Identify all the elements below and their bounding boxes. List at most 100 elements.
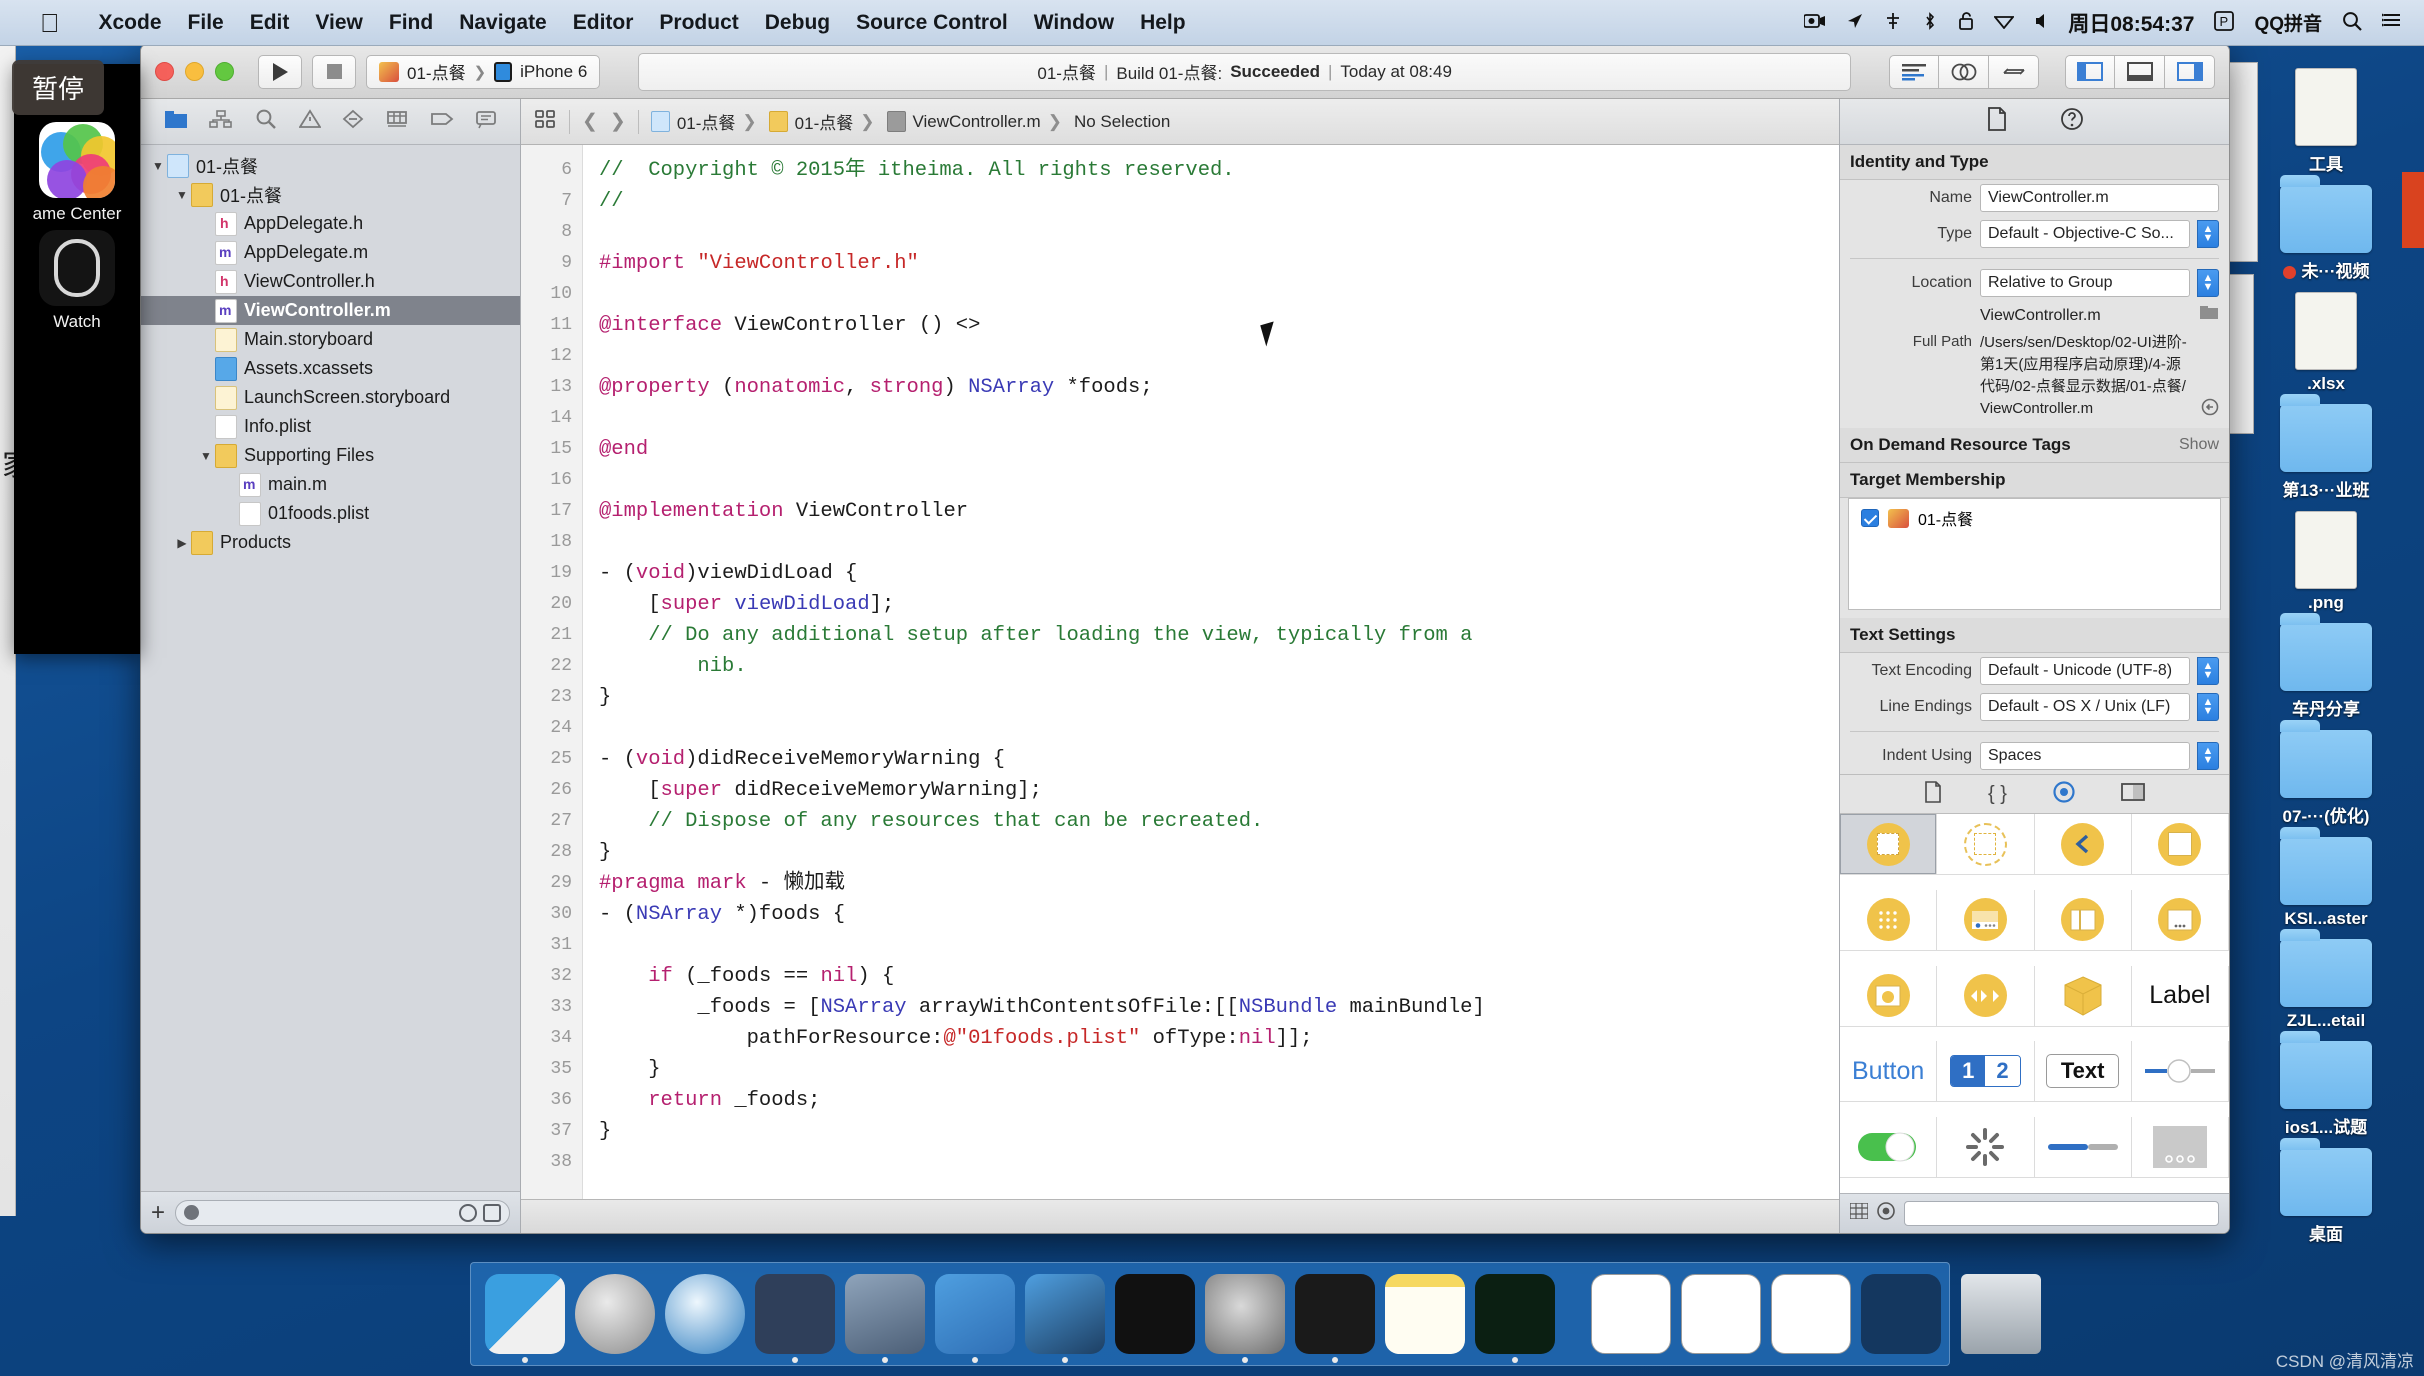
file-tree-row[interactable]: ▼ 01-点餐 <box>141 151 520 180</box>
slider-object[interactable] <box>2131 1041 2229 1103</box>
split-view-controller-object[interactable] <box>2034 889 2132 951</box>
report-navigator-icon[interactable] <box>475 110 497 134</box>
issue-navigator-icon[interactable] <box>298 109 322 134</box>
file-tree-row[interactable]: main.m <box>141 470 520 499</box>
breadcrumb-file[interactable]: ViewController.m ❯ <box>886 111 1062 132</box>
code-line[interactable]: // <box>599 186 1839 217</box>
system-preferences-dock-icon[interactable] <box>1205 1274 1285 1363</box>
toggle-utilities-icon[interactable] <box>2165 54 2215 89</box>
quick-help-icon[interactable] <box>2060 107 2084 136</box>
search-icon[interactable] <box>2342 11 2362 35</box>
library-search-input[interactable] <box>1904 1201 2219 1226</box>
code-line[interactable]: if (_foods == nil) { <box>599 961 1839 992</box>
macos-dock[interactable] <box>470 1262 2041 1366</box>
object-library-grid[interactable]: Label Button 1 2 Text <box>1840 814 2229 1193</box>
text-encoding-stepper-icon[interactable]: ▲ ▼ <box>2197 657 2219 685</box>
assistant-editor-icon[interactable] <box>1939 54 1989 89</box>
photoshop-dock-icon[interactable] <box>1295 1274 1375 1363</box>
target-membership-list[interactable]: 01-点餐 <box>1848 498 2221 610</box>
scheme-selector[interactable]: 01-点餐 ❯ iPhone 6 <box>366 54 601 89</box>
code-line[interactable]: // Do any additional setup after loading… <box>599 620 1839 651</box>
indent-using-select[interactable]: Spaces <box>1980 742 2190 770</box>
type-select-stepper-icon[interactable]: ▲ ▼ <box>2197 220 2219 248</box>
target-checkbox[interactable] <box>1861 509 1879 527</box>
breadcrumb-project[interactable]: 01-点餐 ❯ <box>650 109 757 134</box>
screen-record-icon[interactable] <box>1803 13 1826 33</box>
toggle-debug-area-icon[interactable] <box>2115 54 2165 89</box>
file-tree-row[interactable]: ▶ Products <box>141 528 520 557</box>
code-line[interactable] <box>599 403 1839 434</box>
page-view-controller-object[interactable] <box>2131 889 2229 951</box>
macos-menu-bar[interactable]:  Xcode File Edit View Find Navigate Edi… <box>0 0 2424 46</box>
code-line[interactable]: // Copyright © 2015年 itheima. All rights… <box>599 155 1839 186</box>
lock-icon[interactable] <box>1958 11 1974 34</box>
text-field-object[interactable]: Text <box>2034 1041 2132 1103</box>
jump-bar[interactable]: ❮ ❯ 01-点餐 ❯ 01-点餐 ❯ ViewController.m ❯ N… <box>521 99 1839 145</box>
menu-item-edit[interactable]: Edit <box>237 11 303 35</box>
file-tree-row[interactable]: LaunchScreen.storyboard <box>141 383 520 412</box>
code-line[interactable]: - (void)didReceiveMemoryWarning { <box>599 744 1839 775</box>
activity-indicator-object[interactable] <box>1937 1117 2035 1179</box>
xcode-dock-icon[interactable] <box>935 1274 1015 1363</box>
code-line[interactable] <box>599 1178 1839 1199</box>
code-line[interactable]: pathForResource:@"01foods.plist" ofType:… <box>599 1023 1839 1054</box>
filter-field[interactable] <box>175 1199 510 1226</box>
type-select[interactable]: Default - Objective-C So... <box>1980 220 2190 248</box>
code-line[interactable]: _foods = [NSArray arrayWithContentsOfFil… <box>599 992 1839 1023</box>
zoom-window-button[interactable] <box>215 62 234 81</box>
line-endings-select[interactable]: Default - OS X / Unix (LF) <box>1980 693 2190 721</box>
file-tree-row[interactable]: AppDelegate.h <box>141 209 520 238</box>
menu-item-xcode[interactable]: Xcode <box>86 11 175 35</box>
code-line[interactable]: - (NSArray *)foods { <box>599 899 1839 930</box>
standard-editor-icon[interactable] <box>1889 54 1939 89</box>
code-line[interactable]: @implementation ViewController <box>599 496 1839 527</box>
code-line[interactable]: // Dispose of any resources that can be … <box>599 806 1839 837</box>
collection-view-controller-object[interactable] <box>1840 889 1938 951</box>
file-tree-row[interactable]: ▼ 01-点餐 <box>141 180 520 209</box>
storyboard-reference-object[interactable] <box>1937 814 2035 875</box>
xcode-beta-dock-icon[interactable] <box>1025 1274 1105 1363</box>
airplay-icon[interactable] <box>1884 12 1902 34</box>
indent-using-stepper-icon[interactable]: ▲ ▼ <box>2197 742 2219 770</box>
menu-item-navigate[interactable]: Navigate <box>446 11 560 35</box>
code-line[interactable]: } <box>599 1116 1839 1147</box>
source-editor[interactable]: 6 7 8 9 10 11 12 13 14 15 16 17 18 19 20 21 22 23 24 25 26 27… <box>521 145 1839 1199</box>
menu-item-view[interactable]: View <box>302 11 375 35</box>
code-line[interactable]: return _foods; <box>599 1085 1839 1116</box>
run-button[interactable] <box>258 54 302 89</box>
close-window-button[interactable] <box>155 62 174 81</box>
code-line[interactable] <box>599 527 1839 558</box>
object-library-icon[interactable] <box>2053 780 2075 808</box>
code-line[interactable]: #pragma mark - 懒加载 <box>599 868 1839 899</box>
menu-item-product[interactable]: Product <box>646 11 751 35</box>
safari-dock-icon[interactable] <box>665 1274 745 1354</box>
code-line[interactable] <box>599 1147 1839 1178</box>
code-line[interactable] <box>599 465 1839 496</box>
project-navigator-icon[interactable] <box>164 110 188 134</box>
code-line[interactable]: nib. <box>599 651 1839 682</box>
test-navigator-icon[interactable] <box>342 109 364 134</box>
parallels-icon[interactable]: P <box>2214 10 2235 35</box>
menu-item-editor[interactable]: Editor <box>560 11 647 35</box>
recent-files-filter-icon[interactable] <box>459 1203 477 1222</box>
navigation-controller-object[interactable] <box>2034 814 2132 875</box>
library-filter-icon[interactable] <box>1877 1202 1895 1225</box>
find-navigator-icon[interactable] <box>255 109 277 134</box>
switch-object[interactable] <box>1840 1117 1938 1179</box>
view-toggle-buttons[interactable] <box>2065 54 2215 89</box>
debug-navigator-icon[interactable] <box>386 109 408 134</box>
menu-item-window[interactable]: Window <box>1021 11 1127 35</box>
table-view-controller-object[interactable] <box>2131 814 2229 875</box>
launchpad-dock-icon[interactable] <box>575 1274 655 1354</box>
library-tab-bar[interactable]: { } <box>1840 774 2229 814</box>
file-tree-row[interactable]: 01foods.plist <box>141 499 520 528</box>
tab-bar-controller-object[interactable] <box>1937 889 2035 951</box>
code-line[interactable]: } <box>599 837 1839 868</box>
finder-dock-icon[interactable] <box>485 1274 565 1363</box>
dashcode-dock-icon[interactable] <box>1475 1274 1555 1363</box>
mail-dock-icon[interactable] <box>755 1274 835 1363</box>
minimized-window-2[interactable] <box>1681 1274 1761 1354</box>
menu-bar-clock[interactable]: 周日08:54:37 <box>2068 8 2194 38</box>
segmented-control-object[interactable]: 12 <box>1937 1041 2035 1103</box>
button-object[interactable]: Button <box>1840 1041 1938 1103</box>
